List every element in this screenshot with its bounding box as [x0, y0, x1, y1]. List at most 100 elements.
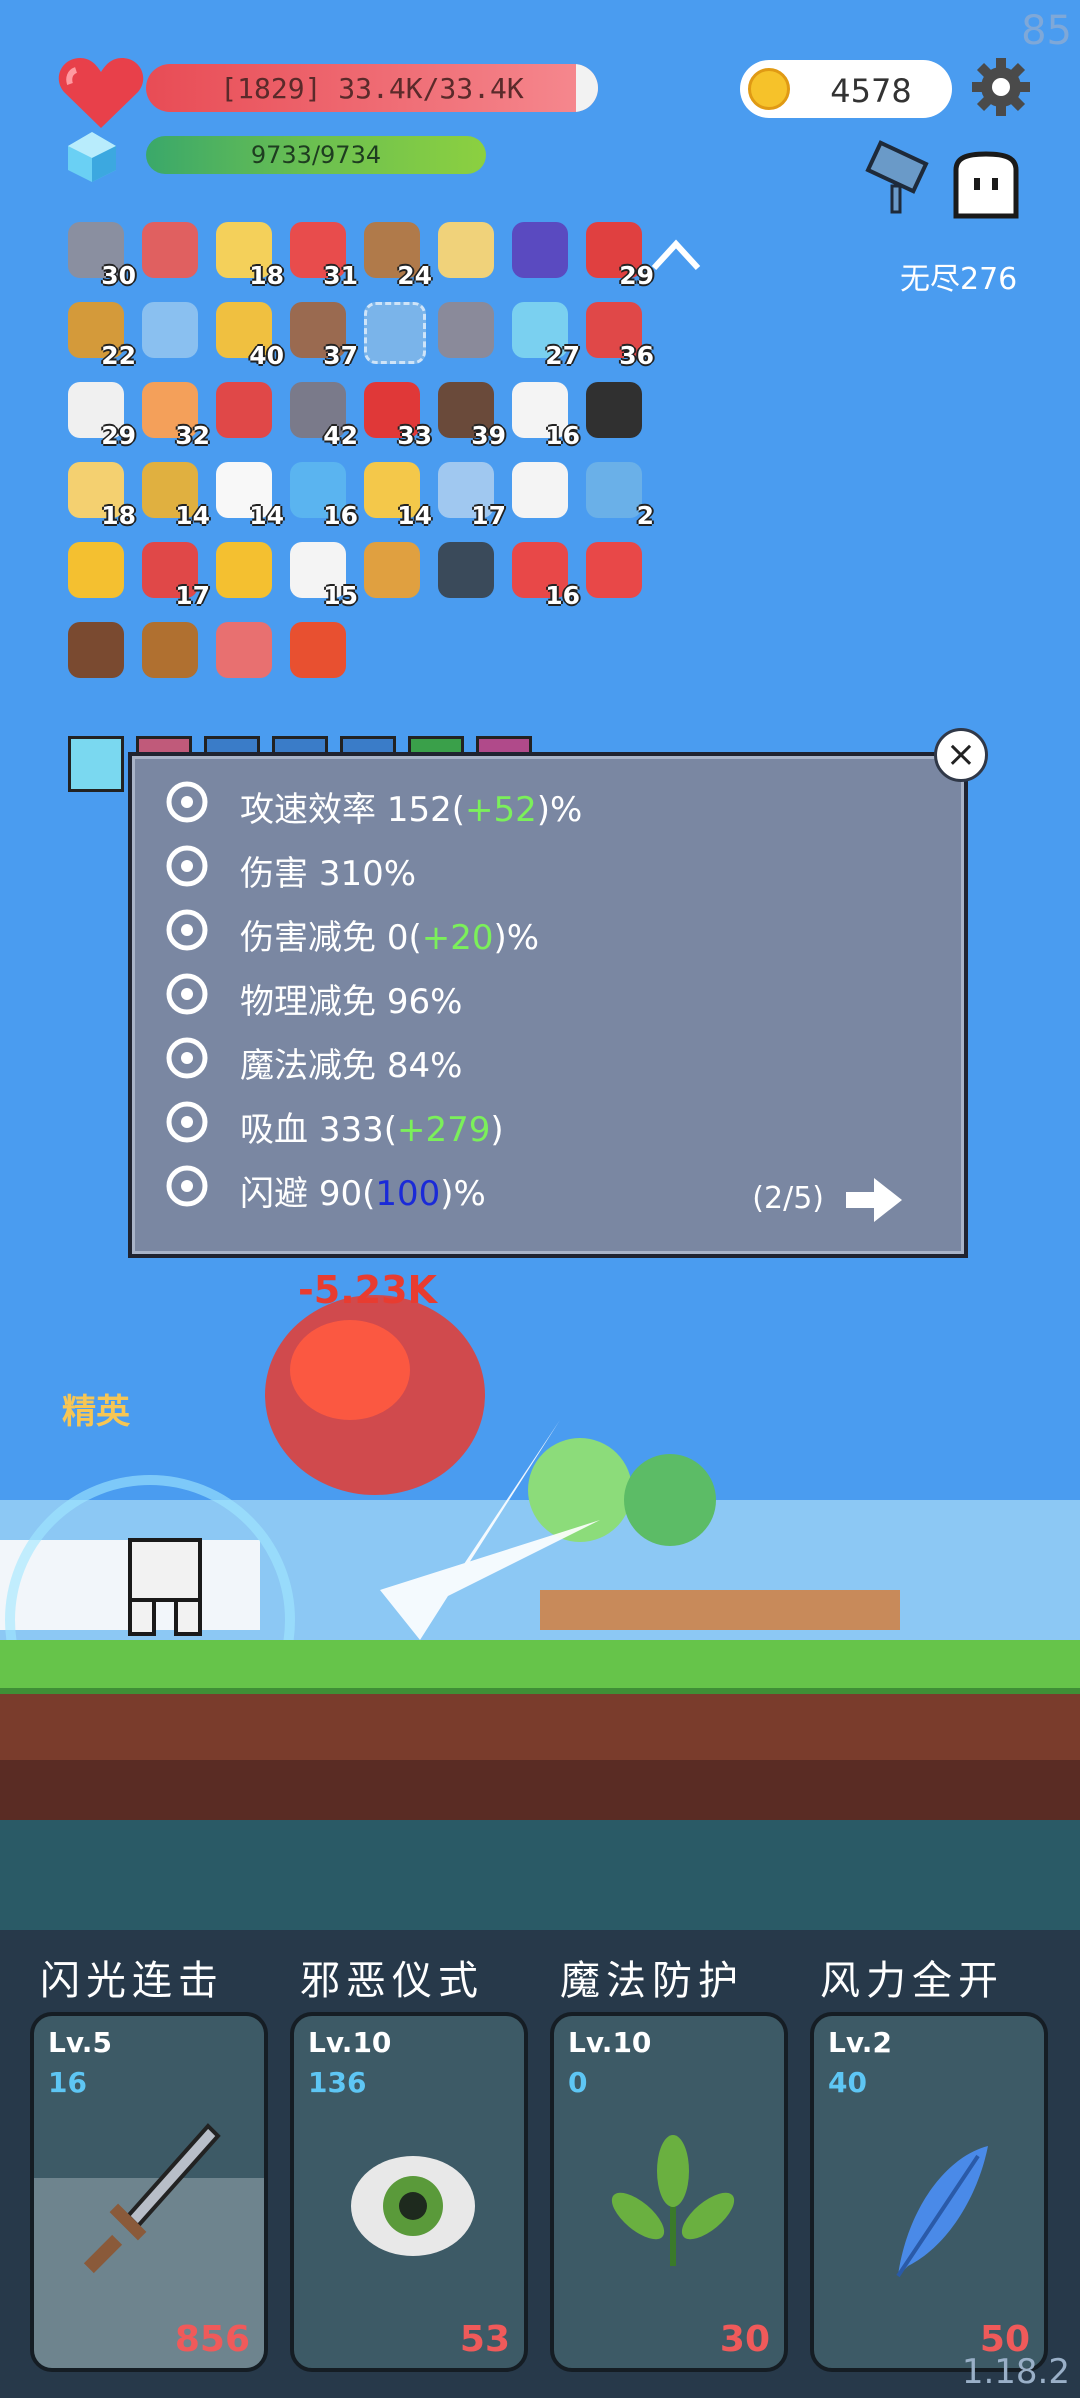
item-count: 39	[471, 421, 506, 450]
empty-slot-icon	[364, 302, 426, 364]
inventory-item[interactable]	[432, 296, 500, 364]
skill-card[interactable]: Lv.2 40 50	[810, 2012, 1048, 2372]
inventory-item[interactable]: 18	[62, 456, 136, 530]
inventory-item[interactable]: 32	[136, 376, 210, 450]
inventory-item[interactable]: 16	[506, 376, 580, 450]
inventory-item[interactable]	[136, 216, 204, 284]
inventory-item[interactable]	[210, 536, 278, 604]
stat-value: 0	[386, 918, 409, 958]
inventory-item[interactable]: 15	[284, 536, 358, 610]
inventory-item[interactable]	[136, 616, 204, 684]
next-page-arrow-icon[interactable]	[846, 1178, 902, 1222]
stat-value: 96%	[386, 982, 463, 1022]
mana-bar: 9733/9734	[146, 136, 486, 174]
item-count: 15	[323, 581, 358, 610]
inventory-item[interactable]: 31	[284, 216, 358, 290]
damage-burst	[265, 1295, 485, 1495]
skill-card[interactable]: Lv.10 0 30	[550, 2012, 788, 2372]
inventory-item[interactable]: 29	[62, 376, 136, 450]
target-icon	[162, 906, 212, 954]
inventory-item[interactable]: 16	[506, 536, 580, 610]
item-count: 29	[619, 261, 654, 290]
item-count: 14	[175, 501, 210, 530]
inventory-item[interactable]	[432, 536, 500, 604]
inventory-item[interactable]: 14	[210, 456, 284, 530]
stat-label: 魔法减免	[240, 1046, 387, 1086]
stat-bonus: 100	[375, 1174, 441, 1214]
item-count: 14	[397, 501, 432, 530]
inventory-item[interactable]	[136, 296, 204, 364]
collapse-chevron-up-icon[interactable]	[650, 236, 702, 272]
sun-icon	[216, 542, 272, 598]
gold-coin-icon	[748, 68, 790, 110]
skill-count: 53	[459, 2319, 510, 2360]
elite-label: 精英	[62, 1392, 130, 1432]
inventory-item[interactable]: 42	[284, 376, 358, 450]
close-panel-button[interactable]: ×	[934, 728, 988, 782]
inventory-item[interactable]	[62, 616, 130, 684]
inventory-item[interactable]	[358, 536, 426, 604]
pet-drone-icon[interactable]	[862, 140, 942, 220]
inventory-item[interactable]: 33	[358, 376, 432, 450]
skill-level: Lv.2	[828, 2026, 892, 2059]
sneaker-icon	[586, 542, 642, 598]
inventory-item[interactable]: 2	[580, 456, 654, 530]
inventory-item[interactable]: 39	[432, 376, 506, 450]
inventory-item[interactable]: 22	[62, 296, 136, 370]
horned-skull-icon	[162, 1098, 212, 1146]
dodge-lines-icon	[162, 1162, 212, 1210]
inventory-item[interactable]: 14	[358, 456, 432, 530]
skill-title: 风力全开	[820, 1958, 1004, 2004]
inventory-item[interactable]	[580, 536, 648, 604]
inventory-item[interactable]: 17	[432, 456, 506, 530]
cauldron-icon	[586, 382, 642, 438]
inventory-item[interactable]	[506, 456, 574, 524]
inventory-item[interactable]	[62, 536, 130, 604]
inventory-item[interactable]: 16	[284, 456, 358, 530]
skull-book-icon	[438, 542, 494, 598]
buff-slot[interactable]	[68, 736, 124, 792]
item-count: 18	[101, 501, 136, 530]
inventory-item[interactable]	[284, 616, 352, 684]
gift-icon	[216, 382, 272, 438]
item-count: 17	[471, 501, 506, 530]
scroll-icon	[438, 222, 494, 278]
inventory-item[interactable]: 14	[136, 456, 210, 530]
inventory-item[interactable]	[358, 296, 426, 364]
crown-icon	[364, 542, 420, 598]
skill-level: Lv.10	[568, 2026, 652, 2059]
leaf-icon	[598, 2116, 748, 2296]
inventory-item[interactable]: 24	[358, 216, 432, 290]
pet-ghost-icon[interactable]	[950, 150, 1022, 222]
skill-card[interactable]: Lv.5 16 856	[30, 2012, 268, 2372]
inventory-item[interactable]	[210, 376, 278, 444]
item-count: 40	[249, 341, 284, 370]
stat-label: 伤害减免	[240, 918, 387, 958]
inventory-item[interactable]: 30	[62, 216, 136, 290]
inventory-item[interactable]	[506, 216, 574, 284]
inventory-item[interactable]	[580, 376, 648, 444]
inventory-item[interactable]: 37	[284, 296, 358, 370]
inventory-item[interactable]: 40	[210, 296, 284, 370]
inventory-item[interactable]: 36	[580, 296, 654, 370]
item-count: 22	[101, 341, 136, 370]
stat-bonus: +279	[396, 1110, 491, 1150]
stat-bonus: +52	[464, 790, 537, 830]
inventory-item[interactable]: 27	[506, 296, 580, 370]
spike-ball-icon	[438, 302, 494, 358]
mana-gem-icon	[68, 132, 116, 182]
item-count: 36	[619, 341, 654, 370]
skill-card[interactable]: Lv.10 136 53	[290, 2012, 528, 2372]
inventory-item[interactable]	[210, 616, 278, 684]
item-count: 16	[545, 421, 580, 450]
inventory-item[interactable]	[432, 216, 500, 284]
item-count: 2	[636, 501, 654, 530]
water-layer	[0, 1820, 1080, 1930]
stat-value: 152	[386, 790, 452, 830]
inventory-item[interactable]: 18	[210, 216, 284, 290]
crossed-axes-icon	[162, 842, 212, 890]
settings-gear-icon[interactable]	[970, 56, 1032, 118]
inventory-item[interactable]: 29	[580, 216, 654, 290]
inventory-item[interactable]: 17	[136, 536, 210, 610]
dirt-layer	[0, 1694, 1080, 1760]
